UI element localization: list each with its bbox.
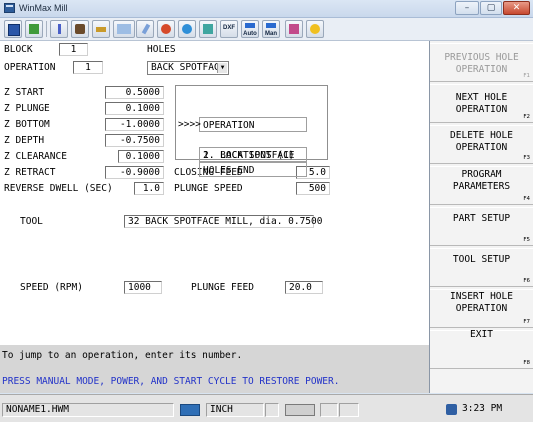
- block-label: BLOCK: [4, 44, 33, 55]
- z-clearance-field[interactable]: 0.1000: [118, 150, 164, 163]
- z-bottom-label: Z BOTTOM: [4, 119, 50, 130]
- pen-icon[interactable]: [136, 20, 154, 38]
- exit-button[interactable]: EXIT F8: [430, 329, 533, 369]
- app-icon: [4, 3, 15, 13]
- help-icon[interactable]: [306, 20, 324, 38]
- status-panel: [320, 403, 338, 417]
- program-parameters-button[interactable]: PROGRAM PARAMETERS F4: [430, 166, 533, 205]
- z-depth-label: Z DEPTH: [4, 135, 45, 146]
- manual-mode-button[interactable]: Man: [262, 20, 280, 38]
- list-item[interactable]: 2. LOCATIONS (1): [176, 117, 327, 162]
- probe-icon[interactable]: [50, 20, 68, 38]
- setup-icon[interactable]: [157, 20, 175, 38]
- auto-mode-button[interactable]: Auto: [241, 20, 259, 38]
- minimize-button[interactable]: –: [455, 1, 479, 15]
- z-retract-field[interactable]: -0.9000: [105, 166, 164, 179]
- operation-list-header: OPERATION: [176, 87, 327, 132]
- speed-field[interactable]: 1000: [124, 281, 162, 294]
- keyboard-icon: [285, 404, 315, 416]
- plunge-feed-label: PLUNGE FEED: [191, 282, 254, 293]
- warning-message: PRESS MANUAL MODE, POWER, AND START CYCL…: [2, 376, 340, 387]
- plunge-speed-label: PLUNGE SPEED: [174, 183, 243, 194]
- part-icon[interactable]: [178, 20, 196, 38]
- status-bar: NONAME1.HWM INCH 3:23 PM: [0, 394, 533, 422]
- ruler-icon[interactable]: [92, 20, 110, 38]
- maximize-button[interactable]: ▢: [480, 1, 502, 15]
- z-start-label: Z START: [4, 87, 45, 98]
- plunge-speed-field[interactable]: 500: [296, 182, 330, 195]
- z-bottom-field[interactable]: -1.0000: [105, 118, 164, 131]
- z-plunge-label: Z PLUNGE: [4, 103, 50, 114]
- z-depth-field[interactable]: -0.7500: [105, 134, 164, 147]
- close-button[interactable]: ✕: [503, 1, 530, 15]
- title-bar: WinMax Mill – ▢ ✕: [0, 0, 533, 18]
- list-item[interactable]: HOLES END: [176, 132, 327, 177]
- filename-panel: NONAME1.HWM: [2, 403, 174, 417]
- chevron-down-icon: ▼: [217, 63, 227, 73]
- insert-hole-operation-button[interactable]: INSERT HOLE OPERATION F7: [430, 289, 533, 328]
- tool-setup-button[interactable]: TOOL SETUP F6: [430, 248, 533, 287]
- message-area: To jump to an operation, enter its numbe…: [0, 345, 430, 393]
- block-field[interactable]: 1: [59, 43, 88, 56]
- z-retract-label: Z RETRACT: [4, 167, 56, 178]
- dxf-button[interactable]: DXF: [220, 20, 238, 38]
- reverse-dwell-label: REVERSE DWELL (SEC): [4, 183, 113, 194]
- tools-icon[interactable]: [71, 20, 89, 38]
- operation-field[interactable]: 1: [73, 61, 103, 74]
- hint-message: To jump to an operation, enter its numbe…: [2, 350, 243, 361]
- monitor-icon: [180, 404, 200, 416]
- graphics-icon[interactable]: [25, 20, 43, 38]
- z-start-field[interactable]: 0.5000: [105, 86, 164, 99]
- z-plunge-field[interactable]: 0.1000: [105, 102, 164, 115]
- operation-list: OPERATION >>>> 1. BACK SPOTFACE 2. LOCAT…: [175, 85, 328, 177]
- previous-hole-operation-button[interactable]: PREVIOUS HOLE OPERATION F1: [430, 43, 533, 82]
- plunge-feed-field[interactable]: 20.0: [285, 281, 323, 294]
- edit-program-icon[interactable]: [113, 20, 135, 38]
- part-setup-button[interactable]: PART SETUP F5: [430, 207, 533, 246]
- save-icon[interactable]: [4, 20, 22, 38]
- reverse-dwell-field[interactable]: 1.0: [134, 182, 164, 195]
- delete-hole-operation-button[interactable]: DELETE HOLE OPERATION F3: [430, 125, 533, 164]
- clock-icon: [446, 404, 457, 415]
- speed-label: SPEED (RPM): [20, 282, 83, 293]
- tool-field[interactable]: 32 BACK SPOTFACE MILL, dia. 0.7500: [124, 215, 322, 228]
- holes-label: HOLES: [147, 44, 176, 55]
- toolbar: DXF Auto Man: [0, 18, 533, 41]
- clock-time: 3:23 PM: [462, 403, 503, 414]
- tool-label: TOOL: [20, 216, 43, 227]
- operation-type-select[interactable]: BACK SPOTFACE ▼: [147, 61, 229, 75]
- operation-label: OPERATION: [4, 62, 56, 73]
- diagnostics-icon[interactable]: [285, 20, 303, 38]
- status-panel: [265, 403, 279, 417]
- z-clearance-label: Z CLEARANCE: [4, 151, 67, 162]
- status-panel: [339, 403, 359, 417]
- list-item[interactable]: >>>> 1. BACK SPOTFACE: [176, 102, 327, 162]
- next-hole-operation-button[interactable]: NEXT HOLE OPERATION F2: [430, 84, 533, 123]
- function-key-panel: PREVIOUS HOLE OPERATION F1 NEXT HOLE OPE…: [430, 41, 533, 393]
- window-title: WinMax Mill: [19, 3, 68, 13]
- transfer-icon[interactable]: [199, 20, 217, 38]
- units-panel: INCH: [206, 403, 264, 417]
